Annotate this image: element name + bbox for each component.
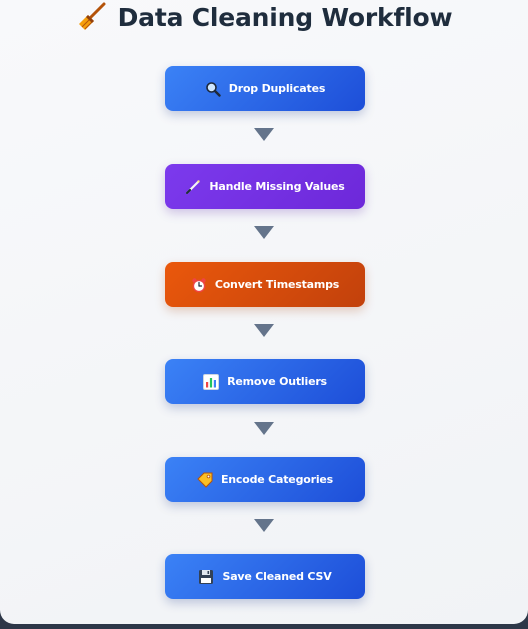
- alarm-clock-icon: [192, 277, 206, 292]
- bar-chart-icon: [203, 373, 220, 390]
- floppy-disk-icon: [199, 569, 214, 584]
- step-label: Save Cleaned CSV: [222, 570, 332, 583]
- title-text: Data Cleaning Workflow: [117, 2, 453, 32]
- step-label: Encode Categories: [220, 473, 334, 486]
- tag-icon: [197, 472, 213, 488]
- step-save-cleaned-csv[interactable]: Save Cleaned CSV: [165, 554, 365, 599]
- page-title: Data Cleaning Workflow: [0, 0, 528, 34]
- broom-icon: [78, 2, 106, 30]
- step-label: Convert Timestamps: [214, 278, 340, 291]
- step-encode-categories[interactable]: Encode Categories: [165, 457, 365, 502]
- arrow-down: [254, 422, 274, 435]
- workflow-panel: Data Cleaning Workflow Drop Duplicates H…: [0, 0, 528, 624]
- magnifier-icon: [205, 81, 221, 97]
- step-label: Handle Missing Values: [209, 180, 345, 193]
- wand-icon: [186, 179, 201, 194]
- arrow-down: [254, 226, 274, 239]
- step-handle-missing-values[interactable]: Handle Missing Values: [165, 164, 365, 209]
- arrow-down: [254, 324, 274, 337]
- arrow-down: [254, 519, 274, 532]
- arrow-down: [254, 128, 274, 141]
- step-remove-outliers[interactable]: Remove Outliers: [165, 359, 365, 404]
- step-drop-duplicates[interactable]: Drop Duplicates: [165, 66, 365, 111]
- step-label: Drop Duplicates: [228, 82, 326, 95]
- step-convert-timestamps[interactable]: Convert Timestamps: [165, 262, 365, 307]
- step-label: Remove Outliers: [227, 375, 327, 388]
